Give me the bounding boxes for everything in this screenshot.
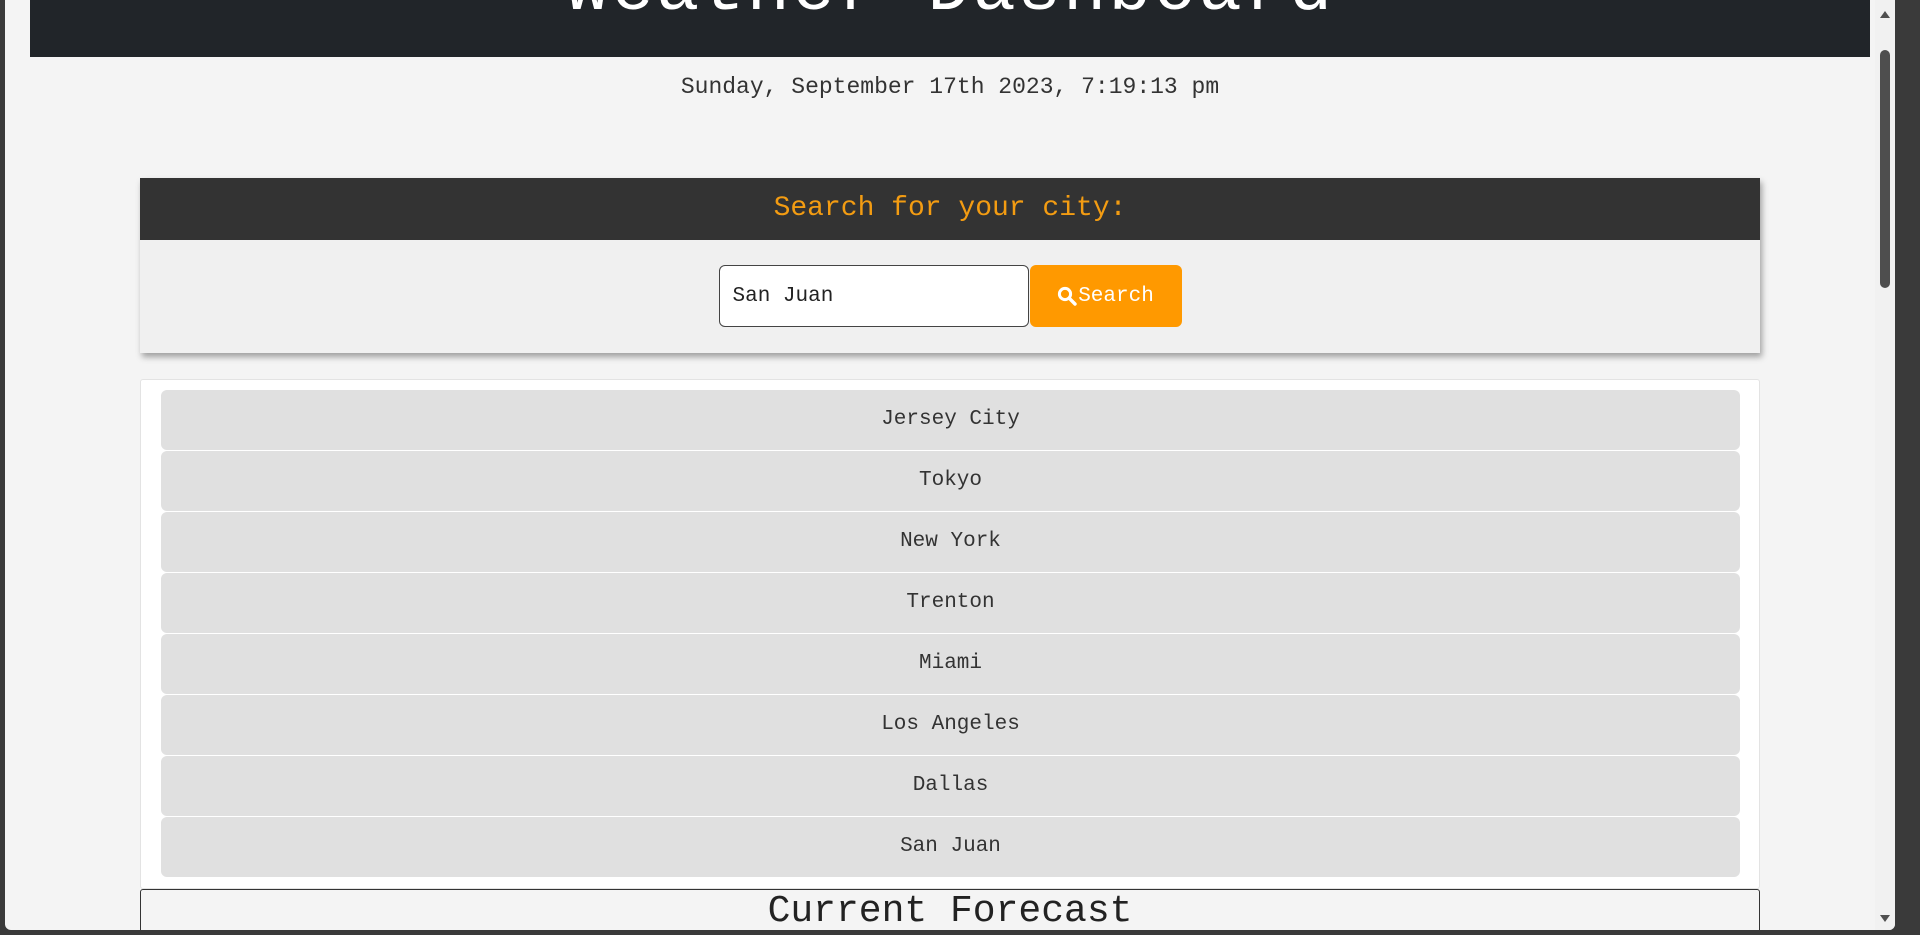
page-title: Weather Dashboard [30, 0, 1870, 30]
scroll-up-icon[interactable] [1880, 11, 1890, 18]
page: Weather Dashboard Sunday, September 17th… [5, 0, 1895, 930]
history-city-button[interactable]: Tokyo [161, 451, 1740, 511]
search-heading: Search for your city: [140, 178, 1760, 240]
search-button-label: Search [1078, 284, 1154, 308]
history-city-button[interactable]: San Juan [161, 817, 1740, 877]
current-forecast-panel: Current Forecast [140, 889, 1760, 930]
scroll-down-icon[interactable] [1880, 915, 1890, 922]
history-city-button[interactable]: Miami [161, 634, 1740, 694]
search-history-list: Jersey City Tokyo New York Trenton Miami… [140, 379, 1760, 889]
vertical-scrollbar[interactable] [1875, 0, 1895, 930]
history-city-button[interactable]: Trenton [161, 573, 1740, 633]
search-form: Search [140, 265, 1760, 327]
forecast-heading: Current Forecast [767, 890, 1133, 930]
scrollbar-thumb[interactable] [1880, 50, 1890, 288]
search-panel: Search for your city: Search [140, 178, 1760, 353]
history-city-button[interactable]: Jersey City [161, 390, 1740, 450]
history-city-button[interactable]: New York [161, 512, 1740, 572]
city-search-input[interactable] [718, 265, 1029, 327]
history-city-button[interactable]: Los Angeles [161, 695, 1740, 755]
page-header: Weather Dashboard [30, 0, 1870, 57]
search-icon [1058, 286, 1077, 306]
search-button[interactable]: Search [1029, 265, 1182, 327]
history-city-button[interactable]: Dallas [161, 756, 1740, 816]
current-datetime: Sunday, September 17th 2023, 7:19:13 pm [680, 74, 1220, 100]
